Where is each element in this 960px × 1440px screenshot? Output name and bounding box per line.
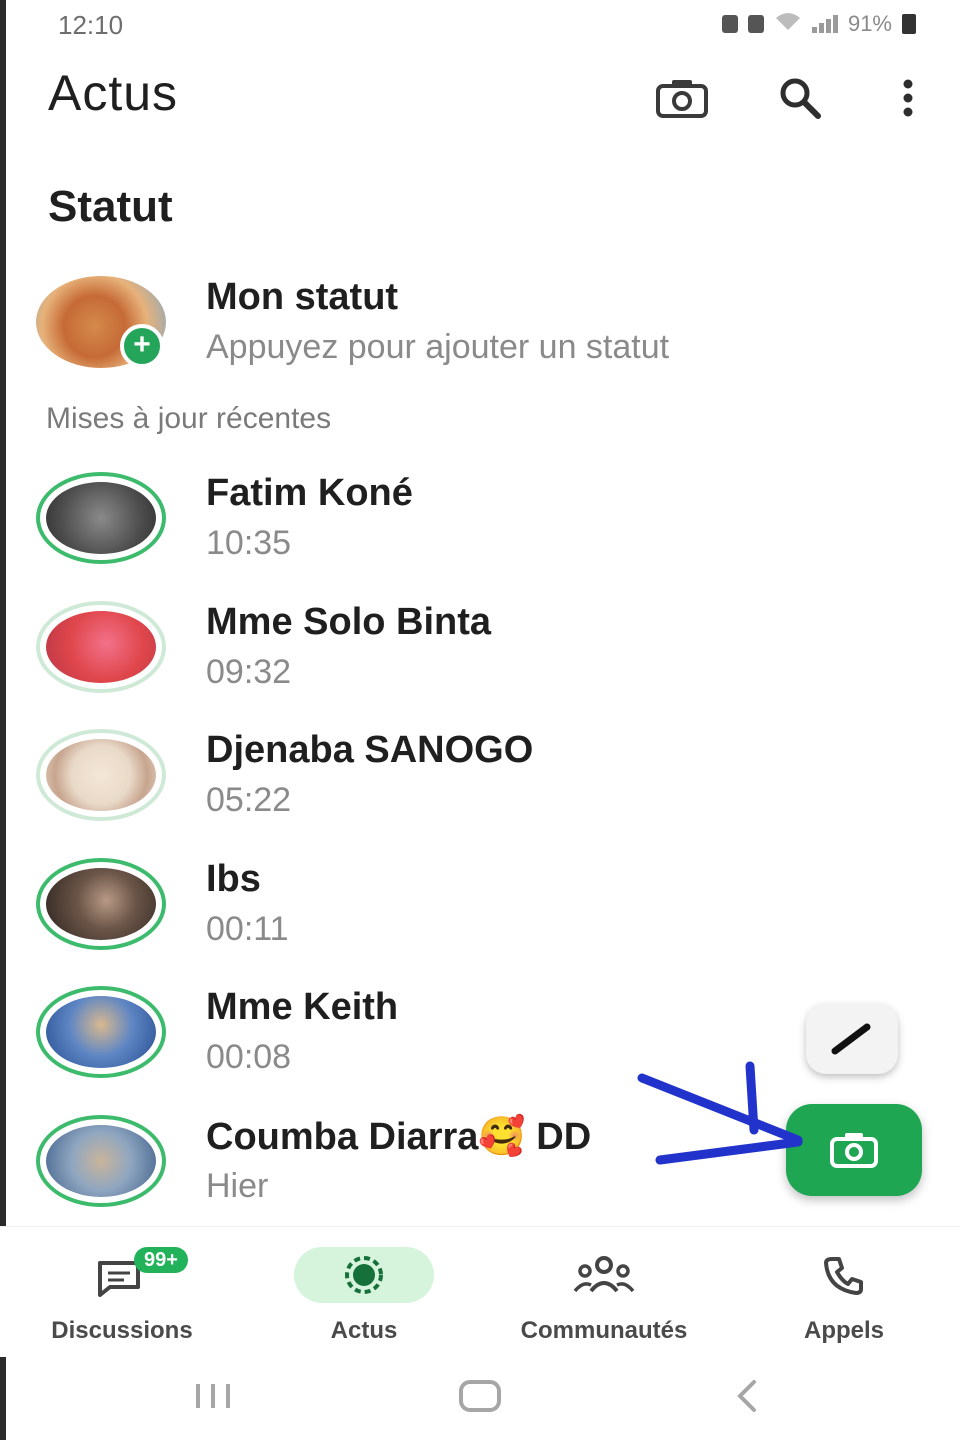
update-time: 10:35 xyxy=(206,524,292,562)
avatar xyxy=(36,472,166,564)
more-options-button[interactable] xyxy=(878,68,938,128)
contact-name: Ibs xyxy=(206,858,261,900)
contact-name: Mme Keith xyxy=(206,986,399,1028)
avatar xyxy=(36,601,166,693)
wifi-icon xyxy=(774,10,802,38)
avatar xyxy=(36,858,166,950)
battery-icon xyxy=(902,14,916,34)
my-status-hint: Appuyez pour ajouter un statut xyxy=(206,328,670,366)
update-time: 09:32 xyxy=(206,653,292,691)
list-item[interactable]: Ibs 00:11 xyxy=(34,858,934,968)
avatar xyxy=(36,1115,166,1207)
update-time: 00:08 xyxy=(206,1038,292,1076)
contact-name: Mme Solo Binta xyxy=(206,601,492,643)
home-button[interactable] xyxy=(456,1376,504,1416)
add-status-icon[interactable]: + xyxy=(120,324,164,368)
update-time: 00:11 xyxy=(206,910,289,948)
app-bar: Actus xyxy=(0,52,960,142)
tab-label: Discussions xyxy=(51,1317,193,1344)
pencil-icon xyxy=(831,1023,871,1055)
signal-icon xyxy=(811,15,838,33)
unread-badge: 99+ xyxy=(134,1247,188,1273)
list-item[interactable]: Fatim Koné 10:35 xyxy=(34,472,934,582)
tab-appels[interactable]: Appels xyxy=(734,1247,954,1357)
home-icon xyxy=(459,1380,501,1412)
tab-label: Communautés xyxy=(520,1317,688,1344)
status-bar: 12:10 91% xyxy=(0,0,960,52)
update-time: Hier xyxy=(206,1167,269,1205)
avatar xyxy=(36,986,166,1078)
update-time: 05:22 xyxy=(206,781,292,819)
tab-actus[interactable]: Actus xyxy=(254,1247,474,1357)
search-button[interactable] xyxy=(770,68,830,128)
camera-icon xyxy=(830,1133,878,1168)
back-button[interactable] xyxy=(730,1376,762,1416)
tab-label: Actus xyxy=(330,1317,398,1344)
my-status-row[interactable]: + Mon statut Appuyez pour ajouter un sta… xyxy=(34,276,934,386)
recents-icon xyxy=(196,1384,230,1408)
annotation-arrow-icon xyxy=(637,1061,803,1165)
page-title: Actus xyxy=(48,65,179,121)
section-title-statut: Statut xyxy=(48,182,173,231)
message-icon xyxy=(747,15,764,33)
recents-button[interactable] xyxy=(190,1376,236,1416)
list-item[interactable]: Djenaba SANOGO 05:22 xyxy=(34,729,934,839)
battery-percent: 91% xyxy=(847,11,892,36)
contact-name: Coumba Diarra🥰 DD xyxy=(206,1116,592,1158)
recent-updates-label: Mises à jour récentes xyxy=(46,402,332,435)
phone-icon xyxy=(824,1257,863,1295)
tab-label: Appels xyxy=(803,1317,884,1344)
tab-communautes[interactable]: Communautés xyxy=(494,1247,714,1357)
status-time: 12:10 xyxy=(58,10,124,40)
bottom-navigation: 99+ Discussions Actus Communautés Appels xyxy=(0,1226,960,1357)
my-status-name: Mon statut xyxy=(206,276,399,318)
updates-icon xyxy=(345,1256,383,1294)
system-navigation xyxy=(0,1360,960,1440)
camera-icon xyxy=(656,80,708,118)
search-icon xyxy=(780,78,821,119)
contact-name: Fatim Koné xyxy=(206,472,413,514)
list-item[interactable]: Mme Solo Binta 09:32 xyxy=(34,601,934,711)
tab-discussions[interactable]: 99+ Discussions xyxy=(12,1247,232,1357)
contact-name: Djenaba SANOGO xyxy=(206,729,534,771)
back-icon xyxy=(737,1380,756,1412)
status-icons: 91% xyxy=(721,10,916,38)
camera-button[interactable] xyxy=(652,68,712,128)
communities-icon xyxy=(573,1256,635,1293)
notification-icon xyxy=(721,15,738,33)
avatar xyxy=(36,729,166,821)
screen-edge xyxy=(0,0,6,1440)
more-vert-icon xyxy=(903,79,913,117)
